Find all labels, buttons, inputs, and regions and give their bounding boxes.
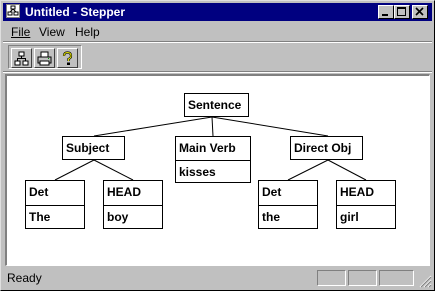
tree-icon [14,51,29,66]
tree-view-button[interactable] [11,48,32,68]
node-subject-det-word: The [29,210,51,224]
node-direct-obj[interactable]: Direct Obj [290,136,363,160]
status-panel [379,270,414,286]
resize-grip-icon[interactable] [418,274,432,288]
node-main-verb[interactable]: Main Verb kisses [175,136,251,183]
minimize-icon [382,14,388,16]
node-object-det-label: Det [262,185,282,199]
status-bar: Ready [3,268,432,288]
menu-bar: File View Help [3,22,432,41]
node-object-det-word: the [262,210,280,224]
menu-file-label: File [11,25,31,39]
menu-view[interactable]: View [39,25,65,39]
menu-view-label: View [39,25,65,39]
node-subject[interactable]: Subject [62,136,125,160]
menu-help-label: Help [75,25,100,39]
tree-canvas[interactable]: Sentence Subject Main Verb kisses Direct… [5,74,430,266]
node-sentence-label: Sentence [188,98,242,112]
node-object-head[interactable]: HEAD girl [336,180,396,229]
node-main-verb-word: kisses [179,165,216,179]
window-title: Untitled - Stepper [25,5,126,19]
node-object-head-label: HEAD [340,185,375,199]
node-divider [104,205,162,206]
node-subject-label: Subject [66,141,110,155]
node-subject-det[interactable]: Det The [25,180,85,229]
app-icon[interactable] [6,4,20,18]
menu-help[interactable]: Help [75,25,100,39]
node-subject-head[interactable]: HEAD boy [103,180,163,229]
node-object-head-word: girl [340,210,359,224]
printer-icon [37,51,52,66]
node-subject-det-label: Det [29,185,49,199]
node-divider [259,205,317,206]
node-divider [176,160,250,161]
print-button[interactable] [34,48,55,68]
node-direct-obj-label: Direct Obj [294,141,352,155]
toolbar-group [8,45,82,69]
maximize-button[interactable] [394,5,410,19]
title-bar[interactable]: Untitled - Stepper [3,3,432,21]
status-panel [348,270,377,286]
node-subject-head-label: HEAD [107,185,142,199]
node-main-verb-label: Main Verb [179,141,236,155]
close-icon [415,7,424,16]
toolbar [3,43,432,71]
minimize-button[interactable] [378,5,394,19]
node-sentence[interactable]: Sentence [184,93,249,117]
node-object-det[interactable]: Det the [258,180,318,229]
node-divider [337,205,395,206]
toolbar-separator [3,71,432,73]
status-text: Ready [7,271,42,285]
close-button[interactable] [412,5,428,19]
app-window: Untitled - Stepper File View Help Senten… [0,0,435,291]
maximize-icon [397,7,406,16]
status-panel [317,270,346,286]
node-divider [26,205,84,206]
node-subject-head-word: boy [107,210,129,224]
menu-file[interactable]: File [11,25,30,39]
help-button[interactable] [57,48,78,68]
help-icon [62,51,73,65]
